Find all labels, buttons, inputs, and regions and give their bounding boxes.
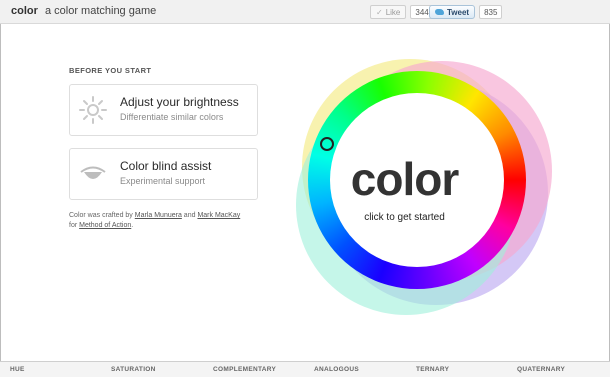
twitter-bird-icon: [435, 9, 444, 15]
card-title: Adjust your brightness: [120, 95, 239, 109]
mode-tabs: HUE SATURATION COMPLEMENTARY ANALOGOUS T…: [0, 361, 610, 377]
tab-complementary[interactable]: COMPLEMENTARY: [213, 366, 276, 373]
tweet-label: Tweet: [447, 7, 470, 17]
tab-ternary[interactable]: TERNARY: [416, 366, 449, 373]
credits-text: .: [131, 222, 134, 229]
tweet-button[interactable]: Tweet: [429, 5, 476, 19]
tab-quaternary[interactable]: QUATERNARY: [517, 366, 565, 373]
credits-text: Color was crafted by: [69, 212, 133, 219]
facebook-like-widget: ✓ Like 344: [370, 5, 434, 19]
start-prompt[interactable]: click to get started: [292, 212, 517, 223]
author-link-marla[interactable]: Marla Munuera: [135, 212, 182, 219]
app-name[interactable]: color: [11, 5, 38, 17]
before-you-start-heading: BEFORE YOU START: [69, 66, 152, 75]
like-label: Like: [385, 7, 401, 17]
eye-icon: [78, 159, 108, 189]
top-bar: color a color matching game ✓ Like 344 T…: [0, 0, 610, 24]
tweet-widget: Tweet 835: [429, 5, 503, 19]
method-of-action-link[interactable]: Method of Action: [79, 222, 131, 229]
color-logo[interactable]: color: [292, 154, 517, 204]
author-link-mark[interactable]: Mark MacKay: [197, 212, 240, 219]
credits-text: and: [183, 212, 196, 219]
tab-hue[interactable]: HUE: [10, 366, 25, 373]
card-subtitle: Experimental support: [120, 176, 206, 186]
tab-analogous[interactable]: ANALOGOUS: [314, 366, 359, 373]
brightness-card[interactable]: Adjust your brightness Differentiate sim…: [69, 84, 258, 136]
like-button[interactable]: ✓ Like: [370, 5, 407, 19]
thumbs-up-icon: ✓: [376, 7, 383, 17]
color-blind-card[interactable]: Color blind assist Experimental support: [69, 148, 258, 200]
sun-icon: [78, 95, 108, 125]
card-title: Color blind assist: [120, 159, 212, 173]
card-subtitle: Differentiate similar colors: [120, 112, 224, 122]
tab-saturation[interactable]: SATURATION: [111, 366, 156, 373]
credits: Color was crafted by Marla Munuera and M…: [69, 211, 240, 231]
tweet-count: 835: [479, 5, 503, 19]
app-tagline: a color matching game: [44, 5, 157, 17]
brand: color a color matching game: [11, 5, 156, 17]
credits-text: for: [69, 222, 78, 229]
